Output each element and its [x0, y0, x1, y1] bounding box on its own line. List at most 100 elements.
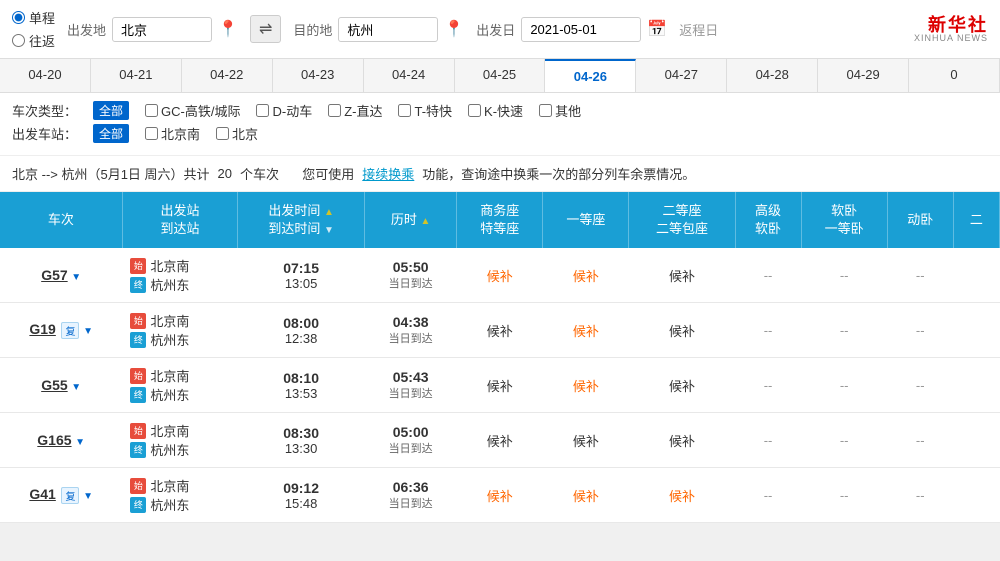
expand-arrow[interactable]: ▼ [83, 326, 93, 337]
train-no[interactable]: G165 [37, 432, 71, 448]
round-trip-radio[interactable] [12, 34, 25, 47]
from-station-name: 北京南 [150, 256, 189, 275]
tip-prefix: 您可使用 [302, 164, 354, 183]
expand-arrow[interactable]: ▼ [83, 491, 93, 502]
gaoji-cell: -- [735, 413, 801, 468]
gc-checkbox[interactable] [145, 104, 158, 117]
bjn-filter[interactable]: 北京南 [145, 124, 200, 143]
date-tab-0425[interactable]: 04-25 [455, 59, 546, 92]
expand-arrow[interactable]: ▼ [71, 382, 81, 393]
col-time[interactable]: 出发时间 ▲ 到达时间 ▼ [238, 192, 365, 248]
ticket-value[interactable]: 候补 [669, 434, 695, 449]
erdeng-cell: 候补 [629, 468, 735, 523]
bjn-checkbox[interactable] [145, 127, 158, 140]
ticket-value[interactable]: 候补 [669, 269, 695, 284]
erdeng-cell: 候补 [629, 358, 735, 413]
ticket-dash: -- [916, 268, 925, 283]
depart-time: 08:00 [246, 315, 357, 331]
d-checkbox[interactable] [256, 104, 269, 117]
swap-button[interactable]: ⇌ [250, 15, 281, 43]
ruanwo-cell: -- [801, 248, 887, 303]
train-no[interactable]: G19 [29, 321, 55, 337]
col-duration[interactable]: 历时 ▲ [365, 192, 457, 248]
date-tab-0421[interactable]: 04-21 [91, 59, 182, 92]
gaoji-cell: -- [735, 358, 801, 413]
k-checkbox[interactable] [468, 104, 481, 117]
train-tag: 复 [61, 322, 79, 339]
ticket-value[interactable]: 候补 [573, 489, 599, 504]
station-cell: 始 北京南 终 杭州东 [122, 358, 237, 413]
yideng-cell: 候补 [543, 248, 629, 303]
d-filter[interactable]: D-动车 [256, 101, 312, 120]
date-tab-0429[interactable]: 04-29 [818, 59, 909, 92]
type-filter-row: 车次类型： 全部 GC-高铁/城际 D-动车 Z-直达 T-特快 K-快速 其他 [12, 101, 988, 120]
date-tab-0424[interactable]: 04-24 [364, 59, 455, 92]
ticket-value[interactable]: 候补 [487, 489, 513, 504]
transfer-link[interactable]: 接续换乘 [362, 164, 414, 183]
ticket-dash: -- [764, 268, 773, 283]
other-checkbox[interactable] [539, 104, 552, 117]
from-input[interactable] [112, 17, 212, 42]
bj-filter[interactable]: 北京 [216, 124, 258, 143]
to-station-row: 终 杭州东 [130, 330, 229, 349]
other-filter[interactable]: 其他 [539, 101, 581, 120]
time-cell: 07:15 13:05 [238, 248, 365, 303]
z-checkbox[interactable] [328, 104, 341, 117]
ticket-value[interactable]: 候补 [487, 269, 513, 284]
ticket-value[interactable]: 候补 [669, 379, 695, 394]
z-filter[interactable]: Z-直达 [328, 101, 382, 120]
trip-type-group: 单程 往返 [12, 8, 55, 50]
train-no[interactable]: G55 [41, 377, 67, 393]
date-input[interactable] [521, 17, 641, 42]
ticket-value[interactable]: 候补 [573, 434, 599, 449]
search-bar: 单程 往返 出发地 📍 ⇌ 目的地 📍 出发日 📅 返程日 新华社 XINHUA… [0, 0, 1000, 59]
ticket-value[interactable]: 候补 [573, 324, 599, 339]
date-tab-0420[interactable]: 04-20 [0, 59, 91, 92]
date-tab-0427[interactable]: 04-27 [636, 59, 727, 92]
ticket-dash: -- [764, 488, 773, 503]
ticket-value[interactable]: 候补 [487, 324, 513, 339]
date-tab-0422[interactable]: 04-22 [182, 59, 273, 92]
date-tab-0428[interactable]: 04-28 [727, 59, 818, 92]
to-station-icon: 终 [130, 332, 146, 348]
calendar-icon[interactable]: 📅 [647, 19, 667, 39]
expand-arrow[interactable]: ▼ [75, 437, 85, 448]
train-no[interactable]: G41 [29, 486, 55, 502]
gc-label: GC-高铁/城际 [161, 101, 240, 120]
shangwu-cell: 候补 [457, 413, 543, 468]
to-station-row: 终 杭州东 [130, 440, 229, 459]
station-filter-label: 出发车站： [12, 124, 77, 143]
round-trip-option[interactable]: 往返 [12, 31, 55, 50]
xinhua-cn-text: 新华社 [914, 16, 988, 34]
bj-checkbox[interactable] [216, 127, 229, 140]
ticket-value[interactable]: 候补 [669, 324, 695, 339]
date-tab-next[interactable]: 0 [909, 59, 1000, 92]
ticket-value[interactable]: 候补 [487, 434, 513, 449]
ticket-dash: -- [764, 378, 773, 393]
ticket-value[interactable]: 候补 [669, 489, 695, 504]
bj-label: 北京 [232, 124, 258, 143]
ticket-value[interactable]: 候补 [487, 379, 513, 394]
date-tab-0426[interactable]: 04-26 [545, 59, 636, 92]
gc-filter[interactable]: GC-高铁/城际 [145, 101, 240, 120]
train-no-cell: G55 ▼ [0, 358, 122, 413]
ticket-value[interactable]: 候补 [573, 269, 599, 284]
single-trip-option[interactable]: 单程 [12, 8, 55, 27]
ticket-value[interactable]: 候补 [573, 379, 599, 394]
type-all-tag[interactable]: 全部 [93, 101, 129, 120]
from-field: 出发地 📍 [67, 17, 238, 42]
from-station-row: 始 北京南 [130, 256, 229, 275]
train-no[interactable]: G57 [41, 267, 67, 283]
k-filter[interactable]: K-快速 [468, 101, 523, 120]
duration-cell: 05:00 当日到达 [365, 413, 457, 468]
t-filter[interactable]: T-特快 [398, 101, 452, 120]
t-checkbox[interactable] [398, 104, 411, 117]
col-gaoji: 高级软卧 [735, 192, 801, 248]
single-trip-radio[interactable] [12, 11, 25, 24]
ticket-dash: -- [840, 433, 849, 448]
ticket-dash: -- [840, 323, 849, 338]
date-tab-0423[interactable]: 04-23 [273, 59, 364, 92]
station-all-tag[interactable]: 全部 [93, 124, 129, 143]
expand-arrow[interactable]: ▼ [71, 272, 81, 283]
to-input[interactable] [338, 17, 438, 42]
